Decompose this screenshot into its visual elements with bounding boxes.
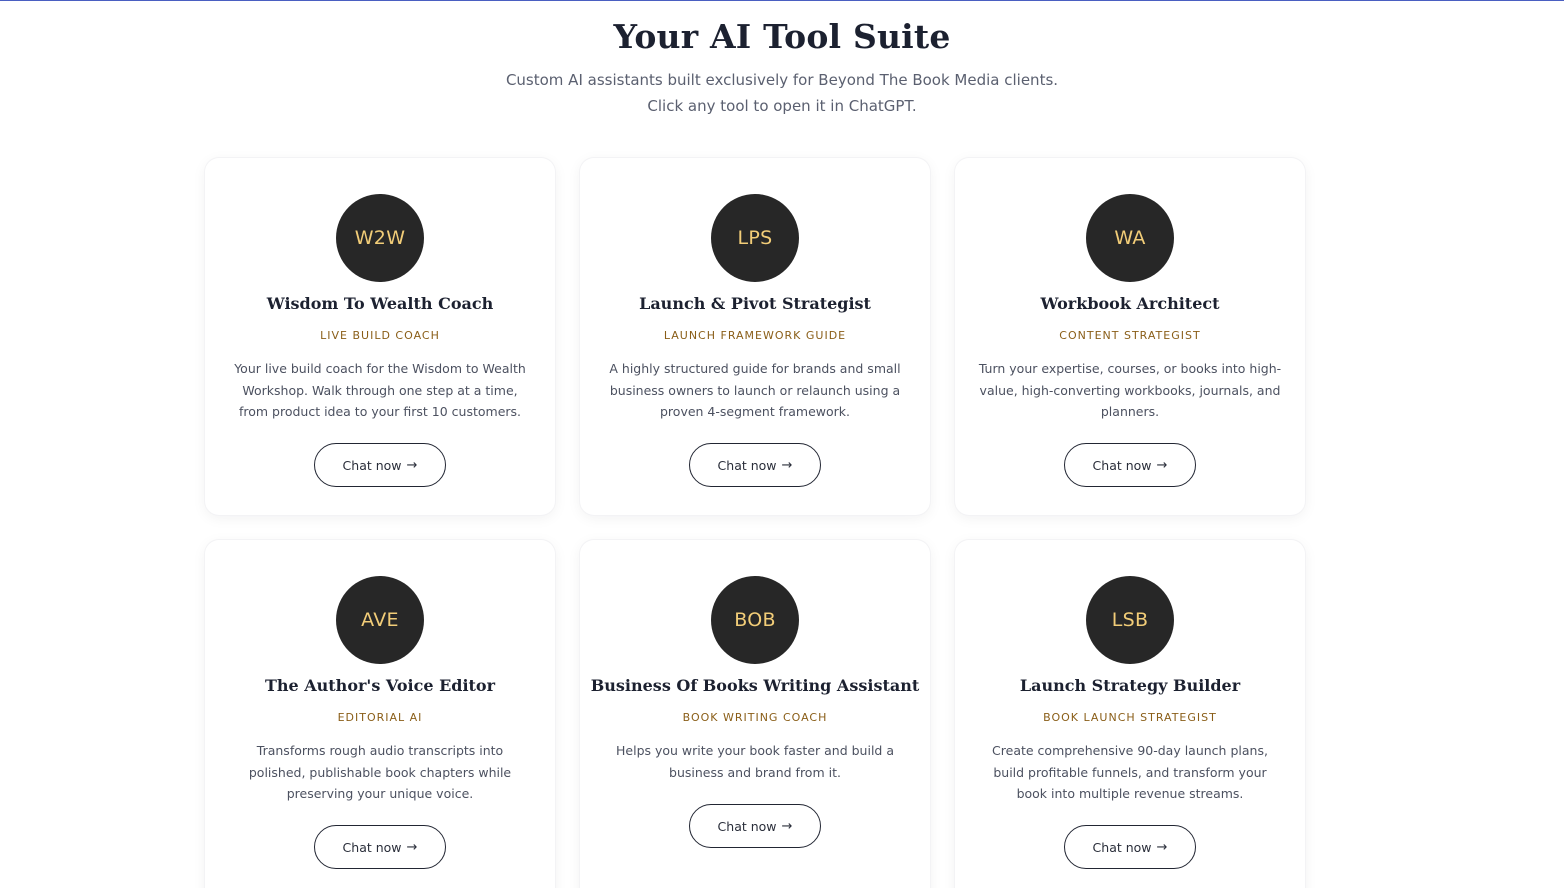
arrow-right-icon: →: [1156, 457, 1168, 473]
tool-description: A highly structured guide for brands and…: [609, 361, 901, 419]
tool-description: Turn your expertise, courses, or books i…: [978, 361, 1282, 419]
tool-role: LIVE BUILD COACH: [320, 329, 440, 342]
tool-role: LAUNCH FRAMEWORK GUIDE: [663, 329, 847, 342]
tool-name: Launch & Pivot Strategist: [639, 294, 871, 313]
arrow-right-icon: →: [1156, 839, 1168, 855]
tool-name: Launch Strategy Builder: [1019, 676, 1241, 695]
chat-now-label: Chat now: [342, 839, 402, 855]
chat-now-button[interactable]: Chat now →: [314, 443, 446, 487]
tool-card[interactable]: LPS Launch & Pivot Strategist LAUNCH FRA…: [580, 158, 930, 515]
chat-now-label: Chat now: [717, 457, 777, 473]
chat-now-label: Chat now: [1092, 839, 1152, 855]
tool-card[interactable]: LSB Launch Strategy Builder BOOK LAUNCH …: [955, 540, 1305, 888]
top-accent-line: [0, 0, 1564, 1]
chat-now-button[interactable]: Chat now →: [689, 443, 821, 487]
tool-initials: BOB: [734, 609, 776, 631]
tool-description: Create comprehensive 90-day launch plans…: [992, 743, 1268, 801]
arrow-right-icon: →: [781, 818, 793, 834]
tool-avatar: LSB: [1086, 576, 1174, 664]
chat-now-label: Chat now: [1092, 457, 1152, 473]
tool-avatar: LPS: [711, 194, 799, 282]
tool-description: Your live build coach for the Wisdom to …: [234, 361, 526, 419]
chat-now-button[interactable]: Chat now →: [1064, 825, 1196, 869]
tool-initials: LPS: [737, 227, 773, 249]
chat-now-button[interactable]: Chat now →: [1064, 443, 1196, 487]
arrow-right-icon: →: [781, 457, 793, 473]
tool-initials: W2W: [354, 227, 406, 249]
tool-grid: W2W Wisdom To Wealth Coach LIVE BUILD CO…: [205, 158, 1305, 888]
page-header: Your AI Tool Suite Custom AI assistants …: [0, 16, 1564, 119]
tool-card[interactable]: WA Workbook Architect CONTENT STRATEGIST…: [955, 158, 1305, 515]
tool-avatar: W2W: [336, 194, 424, 282]
tool-role: BOOK LAUNCH STRATEGIST: [1043, 711, 1217, 724]
tool-initials: LSB: [1111, 609, 1149, 631]
tool-card[interactable]: W2W Wisdom To Wealth Coach LIVE BUILD CO…: [205, 158, 555, 515]
chat-now-button[interactable]: Chat now →: [314, 825, 446, 869]
tool-avatar: WA: [1086, 194, 1174, 282]
tool-name: Business Of Books Writing Assistant: [590, 676, 920, 695]
tool-description: Transforms rough audio transcripts into …: [248, 743, 512, 801]
chat-now-label: Chat now: [342, 457, 402, 473]
tool-initials: AVE: [361, 609, 399, 631]
arrow-right-icon: →: [406, 457, 418, 473]
chat-now-button[interactable]: Chat now →: [689, 804, 821, 848]
tool-role: EDITORIAL AI: [337, 711, 423, 724]
arrow-right-icon: →: [406, 839, 418, 855]
page-title: Your AI Tool Suite: [613, 17, 951, 56]
tool-card[interactable]: AVE The Author's Voice Editor EDITORIAL …: [205, 540, 555, 888]
tool-role: BOOK WRITING COACH: [682, 711, 828, 724]
tool-name: Workbook Architect: [1040, 294, 1220, 313]
tool-role: CONTENT STRATEGIST: [1059, 329, 1201, 342]
tool-avatar: AVE: [336, 576, 424, 664]
tool-name: The Author's Voice Editor: [264, 676, 496, 695]
tool-avatar: BOB: [711, 576, 799, 664]
page-subtitle: Custom AI assistants built exclusively f…: [505, 71, 1059, 115]
tool-card[interactable]: BOB Business Of Books Writing Assistant …: [580, 540, 930, 888]
tool-name: Wisdom To Wealth Coach: [266, 294, 494, 313]
chat-now-label: Chat now: [717, 818, 777, 834]
tool-description: Helps you write your book faster and bui…: [616, 743, 894, 780]
tool-initials: WA: [1114, 227, 1146, 249]
